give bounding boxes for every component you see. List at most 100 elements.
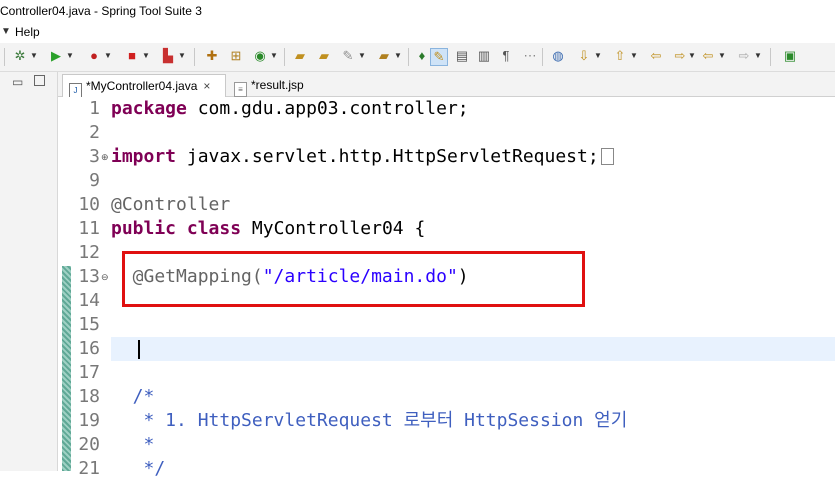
code-line: */ [111,457,166,481]
line-number: 3 [89,146,100,167]
line-number: 9 [89,170,100,191]
line-number: 10 [78,194,100,215]
line-number: 20 [78,434,100,455]
java-file-icon: J [69,83,82,98]
pin-icon[interactable]: ♦ [414,48,430,64]
tab-label: *result.jsp [251,78,304,92]
toolbar-separator [542,48,543,66]
editor-tab-bar: J *MyController04.java × ≡ *result.jsp [58,72,835,98]
stop-icon[interactable]: ■ [124,48,140,64]
line-number: 13 [78,266,100,287]
code-token: */ [111,458,166,479]
chevron-down-icon[interactable]: ▼ [754,50,762,62]
main-toolbar: ✲ ▼ ▶ ▼ ● ▼ ■ ▼ ▙ ▼ ✚ ⊞ ◉ ▼ ▰ ▰ ✎ ▼ ▰ ▼ … [0,43,835,72]
change-ruler [62,266,71,471]
new-class-icon[interactable]: ◉ [252,48,268,64]
code-token: javax.servlet.http.HttpServletRequest; [176,146,599,167]
code-token: @Controller [111,194,231,215]
code-line: * [111,433,155,457]
code-token: /* [111,386,155,407]
line-number: 21 [78,458,100,479]
new-package-icon[interactable]: ⊞ [228,48,244,64]
code-token: MyController04 { [241,218,426,239]
code-line: @Controller [111,193,230,217]
tab-label: *MyController04.java [86,79,198,93]
code-token: public [111,218,177,239]
chevron-down-icon[interactable]: ▼ [66,50,74,62]
toolbar-separator [194,48,195,66]
run-external-icon[interactable]: ● [86,48,102,64]
line-number: 12 [78,242,100,263]
expand-fold-icon[interactable]: ⊕ [101,145,109,169]
code-token: * [111,434,155,455]
chevron-down-icon[interactable]: ▼ [718,50,726,62]
code-token: class [186,218,242,239]
search-icon[interactable]: ▰ [376,48,392,64]
left-minimized-pane: ▭ [0,72,58,471]
collapse-fold-icon[interactable]: ⊖ [101,265,109,289]
debug-icon[interactable]: ✲ [12,48,28,64]
menubar: ▼ Help [0,22,835,42]
toolbar-separator [4,48,5,66]
whitespace-icon[interactable]: ⋯ [522,48,538,64]
line-number: 17 [78,362,100,383]
chevron-down-icon[interactable]: ▼ [270,50,278,62]
toolbar-separator [284,48,285,66]
line-number: 19 [78,410,100,431]
prev-annotation-icon[interactable]: ⇧ [612,48,628,64]
new-java-project-icon[interactable]: ✚ [204,48,220,64]
run-icon[interactable]: ▶ [48,48,64,64]
line-number: 2 [89,122,100,143]
paragraph-icon[interactable]: ¶ [498,48,514,64]
open-type-icon[interactable]: ▰ [292,48,308,64]
split-icon[interactable]: ▥ [476,48,492,64]
line-number: 16 [78,338,100,359]
tab-result-jsp[interactable]: ≡ *result.jsp [228,74,318,97]
markers-icon[interactable]: ▤ [454,48,470,64]
globe-icon[interactable]: ◍ [550,48,566,64]
open-task-icon[interactable]: ▰ [316,48,332,64]
navigate-forward-icon[interactable]: ⇨ [736,48,752,64]
chevron-down-icon[interactable]: ▼ [594,50,602,62]
window-title: Controller04.java - Spring Tool Suite 3 [0,0,835,22]
highlight-icon[interactable]: ✎ [430,48,448,66]
forward-icon[interactable]: ⇨ [672,48,688,64]
menu-help[interactable]: Help [15,22,40,42]
code-line: /* [111,385,155,409]
new-window-icon[interactable]: ▣ [782,48,798,64]
close-icon[interactable]: × [203,79,210,93]
code-line: * 1. HttpServletRequest 로부터 HttpSession … [111,409,628,433]
jsp-file-icon: ≡ [234,82,247,97]
chevron-down-icon[interactable]: ▼ [142,50,150,62]
back-icon[interactable]: ⇦ [648,48,664,64]
code-line: public class MyController04 { [111,217,425,241]
chevron-down-icon[interactable]: ▼ [394,50,402,62]
line-number: 18 [78,386,100,407]
current-line-highlight [111,337,835,361]
chevron-down-icon[interactable]: ▼ [630,50,638,62]
code-token: package [111,98,187,119]
line-number: 1 [89,98,100,119]
text-cursor [138,340,140,359]
code-line: import javax.servlet.http.HttpServletReq… [111,145,614,169]
wand-icon[interactable]: ✎ [340,48,356,64]
maximize-icon[interactable] [34,75,45,86]
minimize-icon[interactable]: ▭ [12,75,23,89]
code-line: package com.gdu.app03.controller; [111,97,469,121]
toolbar-separator [408,48,409,66]
next-annotation-icon[interactable]: ⇩ [576,48,592,64]
navigate-back-icon[interactable]: ⇦ [700,48,716,64]
folded-imports-icon[interactable] [600,148,614,165]
chevron-down-icon[interactable]: ▼ [688,50,696,62]
menu-overflow-arrow-icon[interactable]: ▼ [1,22,11,42]
tab-mycontroller04[interactable]: J *MyController04.java × [62,74,226,98]
chevron-down-icon[interactable]: ▼ [104,50,112,62]
chevron-down-icon[interactable]: ▼ [178,50,186,62]
highlight-annotation-box [122,251,585,307]
code-token: * 1. HttpServletRequest 로부터 HttpSession … [111,410,628,431]
chevron-down-icon[interactable]: ▼ [30,50,38,62]
deploy-icon[interactable]: ▙ [160,48,176,64]
code-token: com.gdu.app03.controller; [186,98,469,119]
chevron-down-icon[interactable]: ▼ [358,50,366,62]
